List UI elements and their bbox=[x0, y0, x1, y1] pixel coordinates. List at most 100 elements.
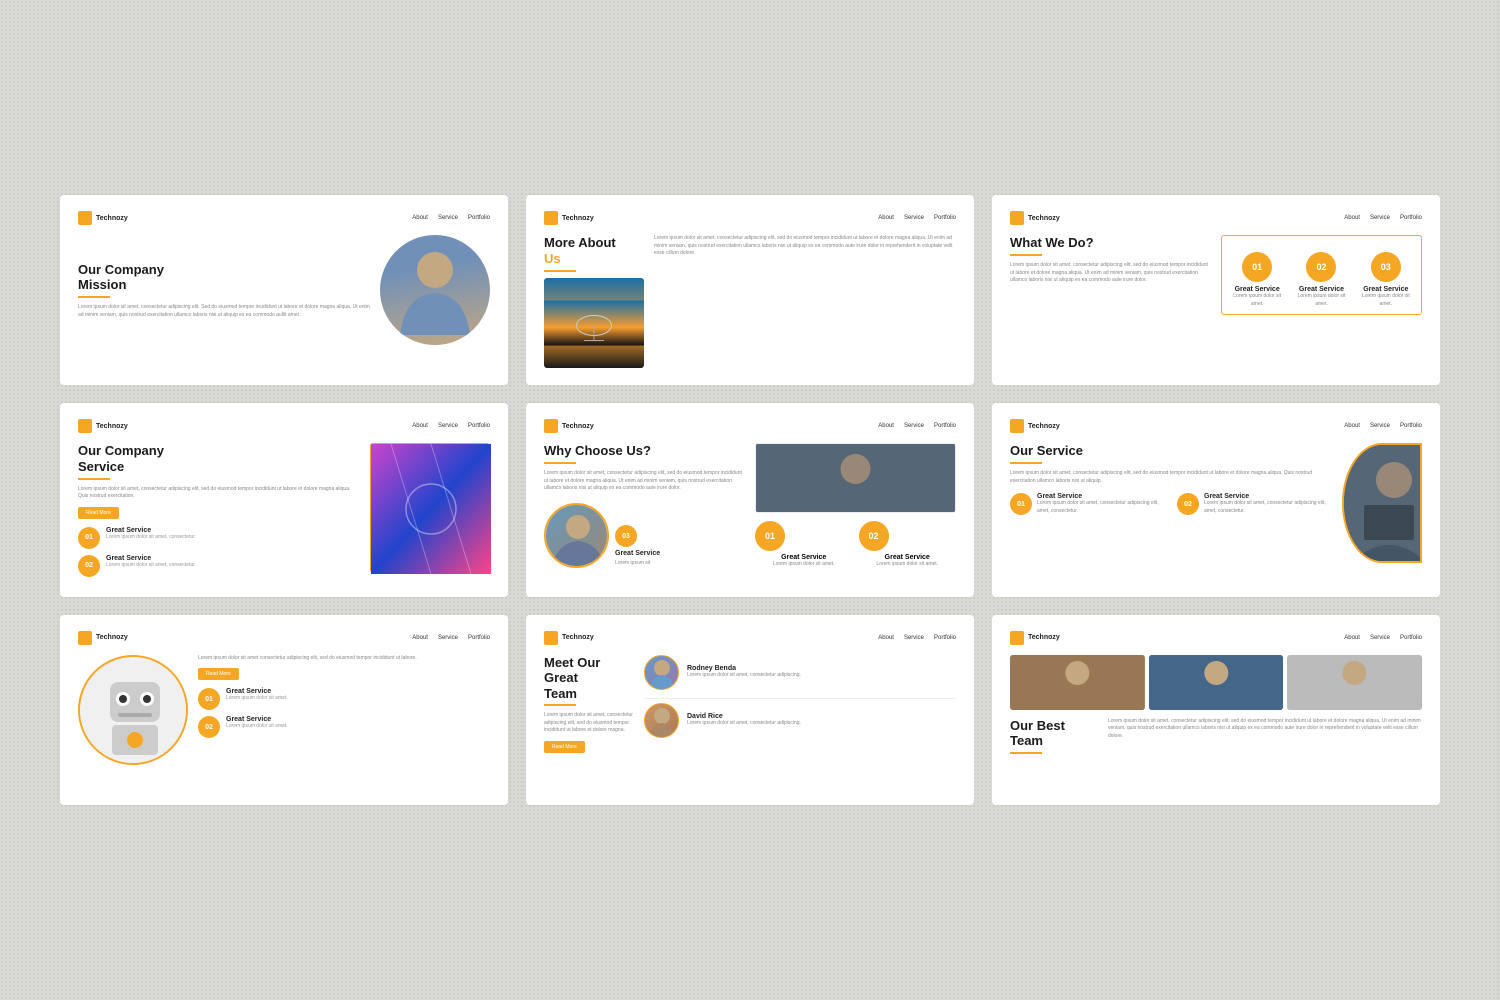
slide3-right: 01 Great Service Lorem ipsum dolor sit a… bbox=[1221, 235, 1422, 315]
nav-about-8[interactable]: About bbox=[878, 635, 894, 641]
logo-icon-7 bbox=[78, 631, 92, 645]
s6-svc1-title: Great Service bbox=[1037, 493, 1167, 500]
nav-links-7: About Service Portfolio bbox=[412, 635, 490, 641]
badge-02-s3: 02 bbox=[1306, 252, 1336, 282]
nav-service-8[interactable]: Service bbox=[904, 635, 924, 641]
nav-portfolio-9[interactable]: Portfolio bbox=[1400, 635, 1422, 641]
slide5-photo2 bbox=[755, 443, 956, 513]
logo-icon-6 bbox=[1010, 419, 1024, 433]
nav-portfolio-2[interactable]: Portfolio bbox=[934, 215, 956, 221]
nav-about-1[interactable]: About bbox=[412, 215, 428, 221]
nav-links-4: About Service Portfolio bbox=[412, 423, 490, 429]
nav-service-4[interactable]: Service bbox=[438, 423, 458, 429]
slide3-services-box: 01 Great Service Lorem ipsum dolor sit a… bbox=[1221, 235, 1422, 315]
service-title-1-s3: Great Service bbox=[1235, 286, 1280, 293]
slide5-know-more-btn[interactable]: Know More bbox=[602, 503, 609, 512]
slide-4: Technozy About Service Portfolio Our Com… bbox=[60, 403, 508, 596]
service-desc-2-s3: Lorem ipsum dolor sit amet. bbox=[1294, 293, 1348, 308]
nav-portfolio-8[interactable]: Portfolio bbox=[934, 635, 956, 641]
nav-about-2[interactable]: About bbox=[878, 215, 894, 221]
slide7-btn[interactable]: Read More bbox=[198, 668, 239, 680]
nav-service-1[interactable]: Service bbox=[438, 215, 458, 221]
slide9-left: Our Best Team bbox=[1010, 718, 1100, 760]
slide7-body: Lorem ipsum dolor sit amet consectetur a… bbox=[198, 655, 490, 663]
slide4-btn[interactable]: Read More bbox=[78, 507, 119, 519]
slide5-content: Why Choose Us? Lorem ipsum dolor sit ame… bbox=[544, 443, 956, 569]
logo-icon-1 bbox=[78, 211, 92, 225]
s6-svc1-desc: Lorem ipsum dolor sit amet, consectetur … bbox=[1037, 500, 1167, 515]
service-desc-3-s5: Lorem ipsum sit bbox=[615, 560, 745, 568]
service-desc-1-s4: Lorem ipsum dolor sit amet, consectetur. bbox=[106, 534, 196, 541]
nav-bar-7: Technozy About Service Portfolio bbox=[78, 631, 490, 645]
nav-bar-1: Technozy About Service Portfolio bbox=[78, 211, 490, 225]
nav-about-4[interactable]: About bbox=[412, 423, 428, 429]
logo-5: Technozy bbox=[544, 419, 594, 433]
nav-service-3[interactable]: Service bbox=[1370, 215, 1390, 221]
nav-about-6[interactable]: About bbox=[1344, 423, 1360, 429]
nav-service-6[interactable]: Service bbox=[1370, 423, 1390, 429]
divider-1 bbox=[644, 698, 956, 699]
nav-portfolio-5[interactable]: Portfolio bbox=[934, 423, 956, 429]
slide8-content: Meet Our GreatTeam Lorem ipsum dolor sit… bbox=[544, 655, 956, 753]
service-title-1-s4: Great Service bbox=[106, 527, 196, 534]
nav-about-7[interactable]: About bbox=[412, 635, 428, 641]
logo-icon-4 bbox=[78, 419, 92, 433]
slide9-right: Lorem ipsum dolor sit amet, consectetur … bbox=[1108, 718, 1422, 741]
slide8-title: Meet Our GreatTeam bbox=[544, 655, 634, 702]
nav-portfolio-1[interactable]: Portfolio bbox=[468, 215, 490, 221]
slide4-title: Our CompanyService bbox=[78, 443, 362, 474]
slide5-image-area: Know More 03 Great Service Lorem ipsum s… bbox=[544, 503, 745, 568]
s5-svc1-desc: Lorem ipsum dolor sit amet. bbox=[755, 561, 853, 569]
slide6-image bbox=[1342, 443, 1422, 563]
service-title-2-s3: Great Service bbox=[1299, 286, 1344, 293]
slide8-btn[interactable]: Read More bbox=[544, 741, 585, 753]
slide9-body: Lorem ipsum dolor sit amet, consectetur … bbox=[1108, 718, 1422, 741]
s7-svc2-title: Great Service bbox=[226, 716, 288, 723]
member-name-2: David Rice bbox=[687, 713, 801, 720]
logo-4: Technozy bbox=[78, 419, 128, 433]
slide6-left: Our Service Lorem ipsum dolor sit amet, … bbox=[1010, 443, 1334, 563]
slide-3: Technozy About Service Portfolio What We… bbox=[992, 195, 1440, 385]
nav-links-5: About Service Portfolio bbox=[878, 423, 956, 429]
nav-service-5[interactable]: Service bbox=[904, 423, 924, 429]
nav-bar-3: Technozy About Service Portfolio bbox=[1010, 211, 1422, 225]
s7-svc1-title: Great Service bbox=[226, 688, 288, 695]
nav-portfolio-6[interactable]: Portfolio bbox=[1400, 423, 1422, 429]
nav-service-9[interactable]: Service bbox=[1370, 635, 1390, 641]
nav-portfolio-4[interactable]: Portfolio bbox=[468, 423, 490, 429]
nav-service-2[interactable]: Service bbox=[904, 215, 924, 221]
nav-bar-6: Technozy About Service Portfolio bbox=[1010, 419, 1422, 433]
service-desc-2-s4: Lorem ipsum dolor sit amet, consectetur. bbox=[106, 562, 196, 569]
nav-about-5[interactable]: About bbox=[878, 423, 894, 429]
s7-svc2-desc: Lorem ipsum dolor sit amet. bbox=[226, 723, 288, 730]
badge-01-s4: 01 bbox=[78, 527, 100, 549]
slide8-body: Lorem ipsum dolor sit amet, consectetur … bbox=[544, 712, 634, 735]
slide3-service-2: 02 Great Service Lorem ipsum dolor sit a… bbox=[1294, 252, 1348, 308]
slide3-body: Lorem ipsum dolor sit amet, consectetur … bbox=[1010, 262, 1211, 285]
slide5-service-row: 01 Great Service Lorem ipsum dolor sit a… bbox=[755, 521, 956, 569]
slide5-service-2: 02 Great Service Lorem ipsum dolor sit a… bbox=[859, 521, 957, 569]
nav-portfolio-7[interactable]: Portfolio bbox=[468, 635, 490, 641]
slide8-right: Rodney Benda Lorem ipsum dolor sit amet,… bbox=[644, 655, 956, 753]
slide-1: Technozy About Service Portfolio Our Com… bbox=[60, 195, 508, 385]
logo-text-6: Technozy bbox=[1028, 423, 1060, 430]
nav-about-3[interactable]: About bbox=[1344, 215, 1360, 221]
nav-portfolio-3[interactable]: Portfolio bbox=[1400, 215, 1422, 221]
nav-service-7[interactable]: Service bbox=[438, 635, 458, 641]
logo-text-1: Technozy bbox=[96, 215, 128, 222]
nav-about-9[interactable]: About bbox=[1344, 635, 1360, 641]
slide6-service-2: 02 Great Service Lorem ipsum dolor sit a… bbox=[1177, 493, 1334, 515]
slide1-left: Our CompanyMission Lorem ipsum dolor sit… bbox=[78, 262, 370, 319]
slide7-services: 01 Great Service Lorem ipsum dolor sit a… bbox=[198, 688, 490, 738]
badge-02-s4: 02 bbox=[78, 555, 100, 577]
slide6-content: Our Service Lorem ipsum dolor sit amet, … bbox=[1010, 443, 1422, 563]
slide7-left bbox=[78, 655, 188, 765]
slide6-service-text-2: Great Service Lorem ipsum dolor sit amet… bbox=[1204, 493, 1334, 515]
slide-8: Technozy About Service Portfolio Meet Ou… bbox=[526, 615, 974, 805]
slide4-service-2: 02 Great Service Lorem ipsum dolor sit a… bbox=[78, 555, 362, 577]
slide7-service-2: 02 Great Service Lorem ipsum dolor sit a… bbox=[198, 716, 490, 738]
slide-5: Technozy About Service Portfolio Why Cho… bbox=[526, 403, 974, 596]
logo-text-7: Technozy bbox=[96, 634, 128, 641]
logo-text-3: Technozy bbox=[1028, 215, 1060, 222]
badge-01-s7: 01 bbox=[198, 688, 220, 710]
